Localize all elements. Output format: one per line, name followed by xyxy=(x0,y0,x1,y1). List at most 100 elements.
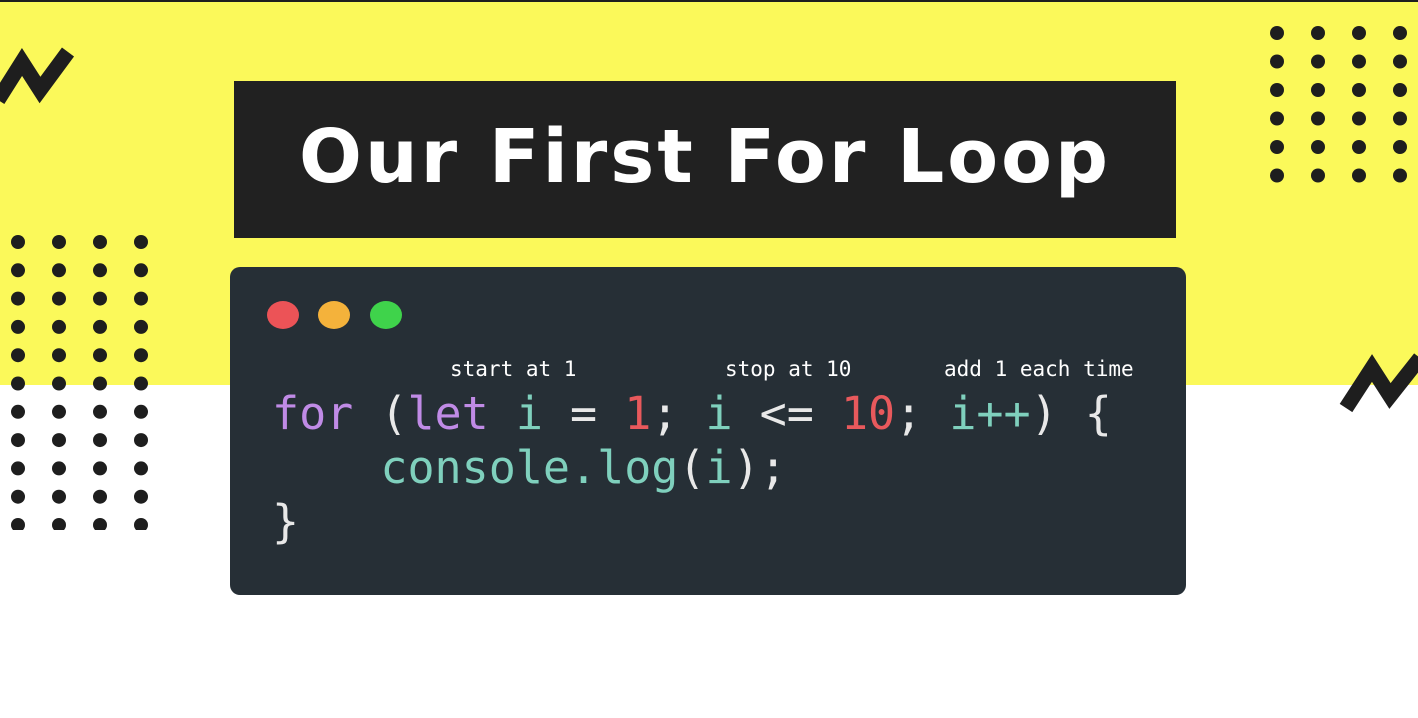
decorative-dot xyxy=(134,518,148,530)
open-paren: ( xyxy=(678,441,706,494)
decorative-dot xyxy=(11,489,25,504)
decorative-dot xyxy=(1270,83,1284,97)
decorative-dot xyxy=(1270,140,1284,154)
dot-grid-left xyxy=(4,230,164,530)
decorative-dot xyxy=(1393,83,1407,97)
decorative-dot xyxy=(52,518,66,530)
decorative-dot xyxy=(11,291,25,306)
decorative-dot xyxy=(11,348,25,363)
annotation-start: start at 1 xyxy=(450,357,577,381)
decorative-dot xyxy=(93,489,107,504)
decorative-dot xyxy=(1270,111,1284,126)
decorative-dot xyxy=(134,319,148,334)
decorative-dot xyxy=(1270,26,1284,40)
title-banner: Our First For Loop xyxy=(234,81,1176,238)
decorative-dot xyxy=(11,404,25,419)
zigzag-top-left xyxy=(0,40,80,114)
semicolon: ; xyxy=(895,387,950,440)
decorative-dot xyxy=(93,461,107,476)
close-dot-icon xyxy=(267,301,299,329)
decorative-dot xyxy=(93,235,107,249)
decorative-dot xyxy=(134,235,148,249)
minimize-dot-icon xyxy=(318,301,350,329)
decorative-dot xyxy=(52,433,66,448)
decorative-dot xyxy=(134,489,148,504)
decorative-dot xyxy=(1352,26,1366,40)
decorative-dot xyxy=(93,348,107,363)
close-paren: ); xyxy=(732,441,787,494)
decorative-dot xyxy=(93,263,107,278)
decorative-dot xyxy=(1311,111,1325,126)
decorative-dot xyxy=(134,376,148,391)
open-brace: ) { xyxy=(1030,387,1112,440)
decorative-dot xyxy=(1393,111,1407,126)
operator-assign: = xyxy=(542,387,625,440)
punctuation: ( xyxy=(353,387,408,440)
code-line-1: for (let i = 1; i <= 10; i++) { xyxy=(272,387,1112,440)
decorative-dot xyxy=(1311,26,1325,40)
decorative-dot xyxy=(1352,111,1366,126)
maximize-dot-icon xyxy=(370,301,402,329)
decorative-dot xyxy=(134,461,148,476)
decorative-dot xyxy=(1311,140,1325,154)
decorative-dot xyxy=(11,433,25,448)
decorative-dot xyxy=(52,291,66,306)
keyword-for: for xyxy=(272,387,354,440)
decorative-dot xyxy=(93,433,107,448)
decorative-dot xyxy=(52,263,66,278)
zigzag-right xyxy=(1336,350,1418,424)
top-border-line xyxy=(0,0,1418,2)
decorative-dot xyxy=(1270,168,1284,183)
decorative-dot xyxy=(134,433,148,448)
decorative-dot xyxy=(1352,168,1366,183)
decorative-dot xyxy=(134,291,148,306)
decorative-dot xyxy=(11,518,25,530)
decorative-dot xyxy=(1311,54,1325,69)
decorative-dot xyxy=(11,376,25,391)
decorative-dot xyxy=(1393,54,1407,69)
decorative-dot xyxy=(52,319,66,334)
increment-expression: i++ xyxy=(949,387,1031,440)
decorative-dot xyxy=(134,263,148,278)
decorative-dot xyxy=(11,235,25,249)
code-line-2: console.log(i); xyxy=(272,441,787,494)
function-console-log: console.log xyxy=(380,441,679,494)
argument-i: i xyxy=(705,441,733,494)
variable-i: i xyxy=(515,387,543,440)
decorative-dot xyxy=(52,376,66,391)
decorative-dot xyxy=(93,319,107,334)
decorative-dot xyxy=(93,404,107,419)
decorative-dot xyxy=(1393,168,1407,183)
decorative-dot xyxy=(52,461,66,476)
number-stop: 10 xyxy=(840,387,896,440)
annotation-stop: stop at 10 xyxy=(725,357,852,381)
decorative-dot xyxy=(1311,168,1325,183)
page-title: Our First For Loop xyxy=(299,113,1111,200)
decorative-dot xyxy=(1270,54,1284,69)
decorative-dot xyxy=(93,291,107,306)
decorative-dot xyxy=(52,235,66,249)
number-start: 1 xyxy=(624,387,652,440)
decorative-dot xyxy=(11,461,25,476)
dot-grid-top-right xyxy=(1262,20,1418,190)
code-line-3: } xyxy=(272,495,299,548)
decorative-dot xyxy=(1311,83,1325,97)
decorative-dot xyxy=(1352,140,1366,154)
decorative-dot xyxy=(52,348,66,363)
variable-i: i xyxy=(705,387,733,440)
close-brace: } xyxy=(272,495,300,548)
decorative-dot xyxy=(93,518,107,530)
decorative-dot xyxy=(1393,140,1407,154)
semicolon: ; xyxy=(651,387,706,440)
decorative-dot xyxy=(52,489,66,504)
decorative-dot xyxy=(1352,54,1366,69)
decorative-dot xyxy=(1393,26,1407,40)
annotation-step: add 1 each time xyxy=(944,357,1134,381)
code-window: start at 1 stop at 10 add 1 each time fo… xyxy=(230,267,1186,595)
decorative-dot xyxy=(11,319,25,334)
operator-lte: <= xyxy=(732,387,841,440)
decorative-dot xyxy=(134,404,148,419)
keyword-let: let xyxy=(407,387,489,440)
